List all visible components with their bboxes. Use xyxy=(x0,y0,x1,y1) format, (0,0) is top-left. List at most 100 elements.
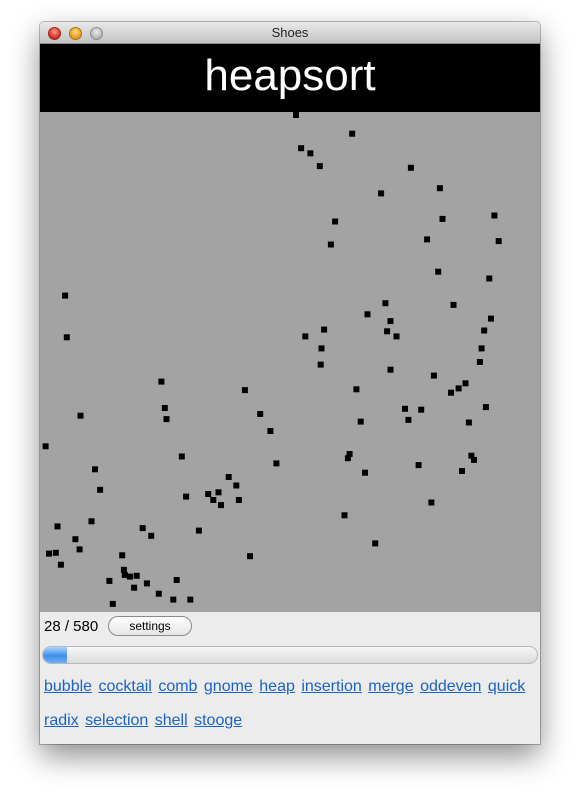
data-point xyxy=(430,372,437,379)
data-point xyxy=(257,411,264,417)
data-point xyxy=(332,218,339,225)
data-point xyxy=(158,378,165,385)
window-title: Shoes xyxy=(271,25,309,40)
data-point xyxy=(362,469,368,476)
data-point xyxy=(415,462,422,469)
data-point xyxy=(161,405,168,411)
data-point xyxy=(327,241,334,248)
progress-bar xyxy=(42,646,538,664)
data-point xyxy=(428,499,435,506)
data-point xyxy=(143,580,150,587)
data-point xyxy=(178,453,185,460)
data-point xyxy=(62,292,69,299)
data-point xyxy=(109,600,116,607)
data-point xyxy=(471,456,477,463)
algorithm-link-oddeven[interactable]: oddeven xyxy=(420,678,481,695)
data-point xyxy=(210,497,217,503)
algorithm-links: bubble cocktail comb gnome heap insertio… xyxy=(44,670,534,738)
data-point xyxy=(436,185,443,192)
data-point xyxy=(205,491,212,497)
data-point xyxy=(215,489,222,496)
data-point xyxy=(450,301,457,308)
data-point xyxy=(97,486,104,493)
algorithm-link-shell[interactable]: shell xyxy=(155,712,188,729)
data-point xyxy=(155,590,162,597)
data-point xyxy=(481,327,488,334)
algorithm-link-comb[interactable]: comb xyxy=(158,678,197,695)
app-window: Shoes heapsort 28 / 580 settings bubble … xyxy=(40,22,540,744)
data-point xyxy=(465,419,472,426)
data-point xyxy=(273,460,280,467)
title-bar: Shoes xyxy=(40,22,540,44)
data-point xyxy=(42,443,49,450)
data-point xyxy=(321,326,328,333)
data-point xyxy=(435,268,442,275)
algorithm-link-cocktail[interactable]: cocktail xyxy=(99,678,152,695)
data-point xyxy=(486,275,493,282)
data-point xyxy=(349,130,356,137)
data-point xyxy=(488,315,494,322)
data-point xyxy=(267,428,274,434)
algorithm-link-gnome[interactable]: gnome xyxy=(204,678,253,695)
data-point xyxy=(119,552,126,559)
data-point xyxy=(405,416,412,423)
algorithm-link-merge[interactable]: merge xyxy=(368,678,413,695)
data-point xyxy=(187,596,194,603)
data-point xyxy=(439,215,446,222)
algorithm-link-radix[interactable]: radix xyxy=(44,712,79,729)
data-point xyxy=(106,577,113,584)
data-point xyxy=(46,550,52,557)
data-point xyxy=(384,328,391,335)
data-point xyxy=(72,536,79,543)
data-point xyxy=(346,451,353,457)
data-point xyxy=(92,466,98,473)
data-point xyxy=(364,311,371,318)
data-point xyxy=(382,300,389,307)
data-point xyxy=(63,334,70,341)
algorithm-link-bubble[interactable]: bubble xyxy=(44,678,92,695)
data-point xyxy=(476,359,483,365)
data-point xyxy=(54,523,61,530)
data-point xyxy=(316,163,323,170)
algorithm-link-heap[interactable]: heap xyxy=(259,678,295,695)
data-point xyxy=(195,527,202,534)
progress-bar-fill xyxy=(43,647,67,663)
data-point xyxy=(402,405,408,412)
data-point xyxy=(393,333,400,340)
data-point xyxy=(170,596,177,603)
data-point xyxy=(235,497,242,503)
algorithm-link-selection[interactable]: selection xyxy=(85,712,148,729)
data-point xyxy=(357,418,364,425)
data-point xyxy=(77,412,84,419)
data-point xyxy=(218,502,224,509)
data-point xyxy=(88,518,95,525)
data-point xyxy=(318,345,325,352)
data-point xyxy=(126,573,133,580)
data-point xyxy=(76,546,83,553)
data-point xyxy=(378,190,385,197)
progress-counter: 28 / 580 xyxy=(44,618,99,635)
data-point xyxy=(353,386,360,393)
data-point xyxy=(341,512,348,519)
data-point xyxy=(455,385,462,392)
data-point xyxy=(459,468,465,474)
data-point xyxy=(233,482,240,489)
data-point xyxy=(52,549,59,556)
data-point xyxy=(120,566,127,573)
algorithm-link-quick[interactable]: quick xyxy=(488,678,525,695)
data-point xyxy=(317,361,324,368)
data-point xyxy=(293,112,299,118)
data-point xyxy=(183,493,190,500)
data-point xyxy=(57,561,64,568)
settings-button[interactable]: settings xyxy=(108,616,192,636)
data-point xyxy=(133,572,140,579)
controls-panel: 28 / 580 settings bubble cocktail comb g… xyxy=(40,612,540,744)
data-point xyxy=(241,387,248,394)
sort-scatter-plot xyxy=(42,112,502,607)
data-point xyxy=(247,553,253,560)
data-point xyxy=(482,404,489,411)
algorithm-title: heapsort xyxy=(40,44,540,112)
algorithm-link-stooge[interactable]: stooge xyxy=(194,712,242,729)
algorithm-link-insertion[interactable]: insertion xyxy=(301,678,361,695)
data-point xyxy=(387,318,394,325)
